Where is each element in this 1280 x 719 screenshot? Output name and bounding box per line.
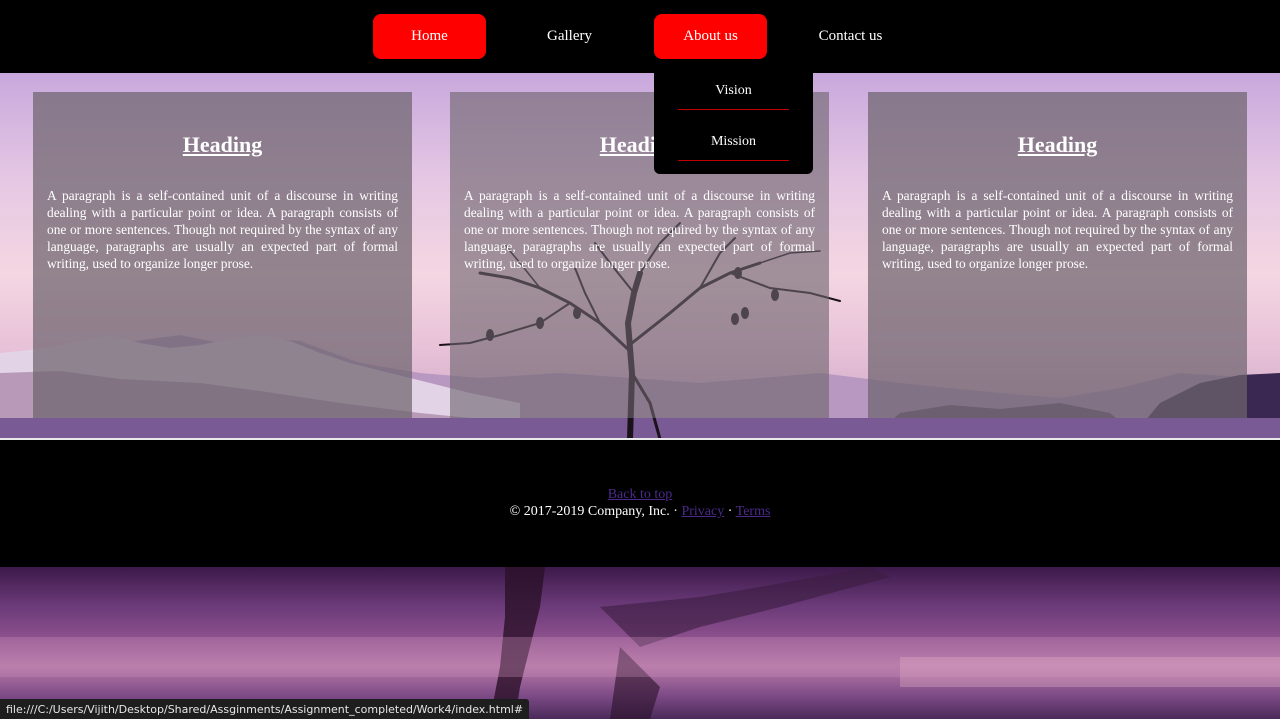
nav-home-button[interactable]: Home <box>373 14 486 59</box>
about-us-dropdown-menu: Vision Mission <box>654 73 813 174</box>
nav-about-us-button[interactable]: About us <box>654 14 767 59</box>
privacy-link[interactable]: Privacy <box>681 504 724 519</box>
nav-contact-us-link[interactable]: Contact us <box>794 14 907 59</box>
copyright-line: © 2017-2019 Company, Inc. · Privacy · Te… <box>0 504 1280 520</box>
reflection-background-image <box>0 567 1280 719</box>
card-heading: Heading <box>182 132 263 157</box>
page-footer: Back to top © 2017-2019 Company, Inc. · … <box>0 440 1280 567</box>
dropdown-item-mission[interactable]: Mission <box>678 124 789 161</box>
content-card-1: Heading A paragraph is a self-contained … <box>33 92 412 418</box>
card-paragraph: A paragraph is a self-contained unit of … <box>464 188 815 271</box>
reflection-illustration <box>0 567 1280 719</box>
back-to-top-link[interactable]: Back to top <box>0 487 1280 503</box>
dropdown-item-vision[interactable]: Vision <box>678 73 789 110</box>
copyright-text: © 2017-2019 Company, Inc. · <box>509 504 682 519</box>
terms-link[interactable]: Terms <box>736 504 771 519</box>
footer-separator: · <box>724 504 736 519</box>
card-paragraph: A paragraph is a self-contained unit of … <box>47 188 398 271</box>
content-card-3: Heading A paragraph is a self-contained … <box>868 92 1247 418</box>
top-navbar: Home Gallery About us Contact us <box>0 0 1280 73</box>
card-paragraph: A paragraph is a self-contained unit of … <box>882 188 1233 271</box>
browser-status-bar: file:///C:/Users/Vijith/Desktop/Shared/A… <box>0 699 530 719</box>
nav-gallery-link[interactable]: Gallery <box>513 14 626 59</box>
card-heading: Heading <box>1017 132 1098 157</box>
